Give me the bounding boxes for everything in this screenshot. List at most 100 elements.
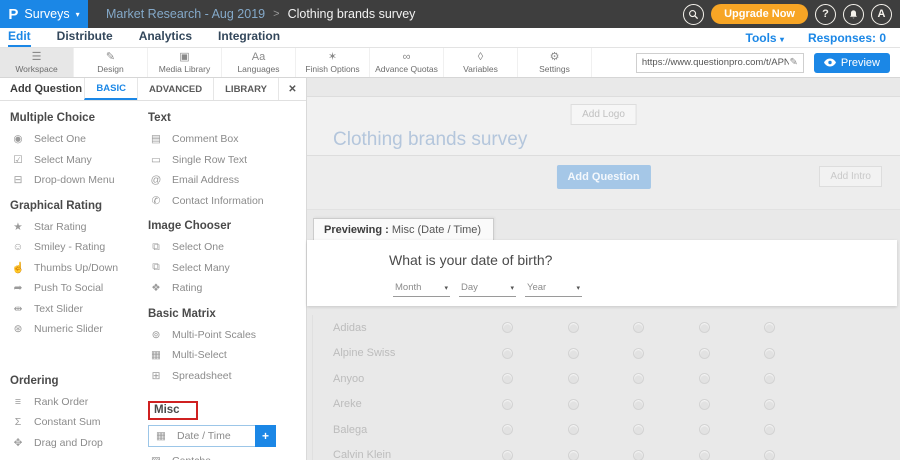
radio-button[interactable] <box>502 348 513 359</box>
toolbar-item-advance-quotas[interactable]: ∞Advance Quotas <box>370 48 444 77</box>
question-type-spreadsheet[interactable]: ⊞Spreadsheet <box>148 366 303 387</box>
radio-button[interactable] <box>568 450 579 460</box>
radio-button[interactable] <box>633 450 644 460</box>
radio-button[interactable] <box>502 373 513 384</box>
radio-button[interactable] <box>699 450 710 460</box>
smiley-icon: ☺ <box>10 241 26 253</box>
help-button[interactable]: ? <box>815 4 836 25</box>
nav-tab-edit[interactable]: Edit <box>8 29 31 47</box>
radio-button[interactable] <box>764 424 775 435</box>
nav-tab-integration[interactable]: Integration <box>218 29 280 47</box>
question-type-drop-down-menu[interactable]: ⊟Drop-down Menu <box>10 170 148 191</box>
toolbar-item-label: Design <box>97 64 123 74</box>
question-type-smiley-rating[interactable]: ☺Smiley - Rating <box>10 237 148 258</box>
question-type-multi-point-scales[interactable]: ⊚Multi-Point Scales <box>148 325 303 346</box>
toolbar-item-label: Variables <box>463 64 498 74</box>
add-logo-button[interactable]: Add Logo <box>570 104 637 125</box>
date-select-year[interactable]: Year▾ <box>525 280 582 297</box>
tools-menu[interactable]: Tools ▾ <box>746 31 784 45</box>
question-type-numeric-slider[interactable]: ⊛Numeric Slider <box>10 319 148 340</box>
radio-button[interactable] <box>764 322 775 333</box>
question-type-constant-sum[interactable]: ΣConstant Sum <box>10 412 148 433</box>
radio-button[interactable] <box>633 322 644 333</box>
question-type-thumbs-up-down[interactable]: ☝Thumbs Up/Down <box>10 258 148 279</box>
survey-header-band: Add Logo Clothing brands survey <box>307 96 900 156</box>
radio-button[interactable] <box>699 322 710 333</box>
question-type-date-time[interactable]: ▦Date / Time+ <box>148 425 256 447</box>
close-icon[interactable]: ✕ <box>278 78 306 100</box>
toolbar-item-workspace[interactable]: ☰Workspace <box>0 48 74 77</box>
date-select-day[interactable]: Day▾ <box>459 280 516 297</box>
radio-button[interactable] <box>568 399 579 410</box>
radio-button[interactable] <box>568 373 579 384</box>
matrix-cell <box>475 399 541 410</box>
survey-url-input[interactable] <box>642 57 790 68</box>
responses-link[interactable]: Responses: 0 <box>808 31 886 45</box>
radio-button[interactable] <box>699 348 710 359</box>
toolbar-item-media-library[interactable]: ▣Media Library <box>148 48 222 77</box>
radio-button[interactable] <box>502 322 513 333</box>
toolbar-item-languages[interactable]: AaLanguages <box>222 48 296 77</box>
questionpro-logo[interactable]: P Surveys ▾ <box>0 0 88 28</box>
question-type-captcha[interactable]: ▨Captcha <box>148 451 303 460</box>
radio-button[interactable] <box>699 373 710 384</box>
search-button[interactable] <box>683 4 704 25</box>
radio-button[interactable] <box>633 399 644 410</box>
question-type-select-many[interactable]: ⧉Select Many <box>148 258 303 279</box>
tab-advanced[interactable]: ADVANCED <box>137 78 213 100</box>
radio-button[interactable] <box>764 450 775 460</box>
nav-tab-analytics[interactable]: Analytics <box>139 29 192 47</box>
section-heading-graphical-rating: Graphical Rating <box>10 200 102 212</box>
radio-button[interactable] <box>764 373 775 384</box>
radio-button[interactable] <box>633 424 644 435</box>
question-type-contact-information[interactable]: ✆Contact Information <box>148 191 303 212</box>
question-type-star-rating[interactable]: ★Star Rating <box>10 217 148 238</box>
question-type-single-row-text[interactable]: ▭Single Row Text <box>148 150 303 171</box>
toolbar-item-finish-options[interactable]: ✶Finish Options <box>296 48 370 77</box>
add-question-button[interactable]: Add Question <box>556 165 650 189</box>
question-type-push-to-social[interactable]: ➦Push To Social <box>10 278 148 299</box>
nav-tab-distribute[interactable]: Distribute <box>57 29 113 47</box>
radio-button[interactable] <box>764 399 775 410</box>
radio-button[interactable] <box>699 424 710 435</box>
toolbar-item-variables[interactable]: ◊Variables <box>444 48 518 77</box>
section-image-chooser: Image Chooser⧉Select One⧉Select Many❖Rat… <box>148 220 303 299</box>
edit-url-pencil-icon[interactable]: ✎ <box>789 57 797 68</box>
radio-button[interactable] <box>502 450 513 460</box>
preview-button[interactable]: Preview <box>814 53 890 73</box>
question-type-comment-box[interactable]: ▤Comment Box <box>148 129 303 150</box>
tab-library[interactable]: LIBRARY <box>213 78 278 100</box>
account-avatar[interactable]: A <box>871 4 892 25</box>
matrix-cell <box>672 450 738 460</box>
toolbar-item-settings[interactable]: ⚙Settings <box>518 48 592 77</box>
notifications-button[interactable] <box>843 4 864 25</box>
add-date-time-plus-button[interactable]: + <box>255 425 276 447</box>
question-type-select-one[interactable]: ◉Select One <box>10 129 148 150</box>
question-type-text-slider[interactable]: ⇹Text Slider <box>10 299 148 320</box>
question-type-select-many[interactable]: ☑Select Many <box>10 150 148 171</box>
radio-button[interactable] <box>633 348 644 359</box>
date-select-month[interactable]: Month▾ <box>393 280 450 297</box>
question-type-multi-select[interactable]: ▦Multi-Select <box>148 345 303 366</box>
add-intro-button[interactable]: Add Intro <box>819 166 882 187</box>
question-type-rank-order[interactable]: ≡Rank Order <box>10 392 148 413</box>
toolbar-item-design[interactable]: ✎Design <box>74 48 148 77</box>
numeric-slider-icon: ⊛ <box>10 323 26 335</box>
radio-button[interactable] <box>568 348 579 359</box>
question-type-select-one[interactable]: ⧉Select One <box>148 237 303 258</box>
upgrade-now-button[interactable]: Upgrade Now <box>711 4 808 24</box>
radio-button[interactable] <box>502 399 513 410</box>
breadcrumb-folder[interactable]: Market Research - Aug 2019 <box>106 7 265 21</box>
radio-button[interactable] <box>764 348 775 359</box>
radio-button[interactable] <box>568 322 579 333</box>
question-type-email-address[interactable]: @Email Address <box>148 170 303 191</box>
radio-button[interactable] <box>568 424 579 435</box>
radio-button[interactable] <box>699 399 710 410</box>
matrix-cell <box>737 399 803 410</box>
radio-button[interactable] <box>633 373 644 384</box>
radio-button[interactable] <box>502 424 513 435</box>
tab-basic[interactable]: BASIC <box>84 78 137 100</box>
question-type-drag-and-drop[interactable]: ✥Drag and Drop <box>10 433 148 454</box>
question-type-rating[interactable]: ❖Rating <box>148 278 303 299</box>
matrix-cell <box>737 424 803 435</box>
